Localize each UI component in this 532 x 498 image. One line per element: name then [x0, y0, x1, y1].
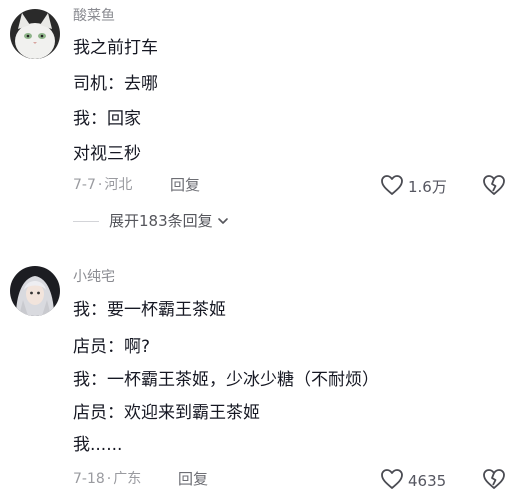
comment-username[interactable]: 酸菜鱼 — [73, 6, 115, 26]
meta-separator: · — [106, 471, 112, 487]
reply-button[interactable]: 回复 — [170, 175, 200, 195]
comment-date: 7-7 — [73, 177, 96, 193]
comment-text-line: 店员：啊? — [73, 337, 151, 357]
comment-username[interactable]: 小纯宅 — [73, 267, 115, 287]
expand-replies-button[interactable]: 展开183条回复 — [73, 211, 229, 231]
dislike-button[interactable] — [482, 174, 506, 200]
like-button[interactable]: 1.6万 — [380, 174, 447, 200]
reply-button[interactable]: 回复 — [178, 469, 208, 489]
like-count: 4635 — [408, 472, 447, 490]
avatar[interactable] — [10, 9, 60, 59]
like-button[interactable]: 4635 — [380, 468, 446, 494]
heart-outline-icon — [380, 174, 404, 200]
comment-location: 广东 — [113, 471, 142, 487]
meta-separator: · — [97, 177, 103, 193]
comment-text-line: 店员：欢迎来到霸王茶姬 — [73, 403, 260, 423]
comment-meta: 7-7 · 河北 — [73, 175, 132, 195]
broken-heart-icon — [482, 175, 506, 200]
comment-text-line: 我之前打车 — [73, 38, 158, 58]
chevron-down-icon — [217, 215, 229, 227]
avatar[interactable] — [10, 266, 60, 316]
broken-heart-icon — [482, 469, 506, 494]
comment-text-line: 司机：去哪 — [73, 74, 158, 94]
expand-divider — [73, 220, 99, 222]
comment-text-line: 对视三秒 — [73, 144, 141, 164]
expand-replies-label: 展开183条回复 — [109, 212, 213, 230]
like-count: 1.6万 — [408, 178, 447, 196]
dislike-button[interactable] — [482, 468, 506, 494]
comment-text-line: 我：回家 — [73, 109, 141, 129]
heart-outline-icon — [380, 468, 404, 494]
comment-list: 酸菜鱼 我之前打车 司机：去哪 我：回家 对视三秒 7-7 · 河北 回复 1.6万 — [0, 0, 532, 498]
comment-location: 河北 — [104, 177, 133, 193]
comment-text-line: 我...... — [73, 435, 123, 455]
comment-date: 7-18 — [73, 471, 105, 487]
comment-text-line: 我：一杯霸王茶姬，少冰少糖（不耐烦） — [73, 370, 379, 390]
comment-text-line: 我：要一杯霸王茶姬 — [73, 300, 226, 320]
comment-meta: 7-18 · 广东 — [73, 469, 141, 489]
